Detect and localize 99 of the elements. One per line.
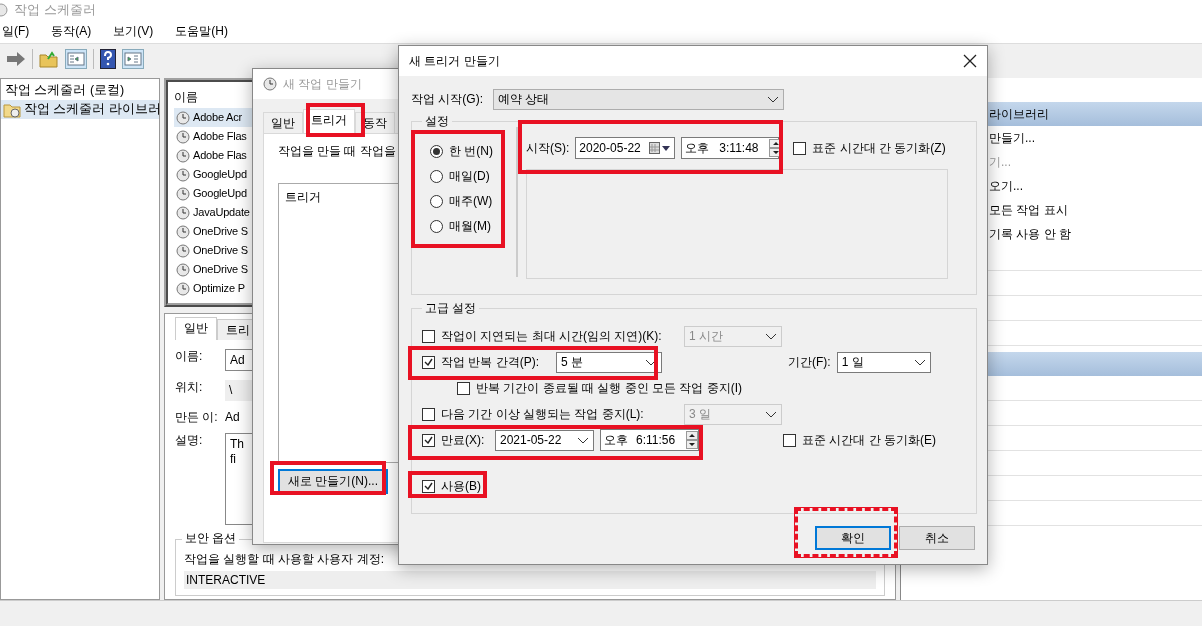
- task-row[interactable]: GoogleUpd: [174, 165, 254, 184]
- field-label: 시작(S):: [526, 140, 570, 156]
- clock-icon: [176, 205, 190, 220]
- field-value: Ad: [225, 409, 240, 425]
- dropdown[interactable]: 2021-05-22: [495, 429, 594, 451]
- field-label: 만든 이:: [175, 409, 219, 425]
- chevron-icon: [765, 410, 777, 418]
- dialog-title: 새 작업 만들기: [283, 76, 362, 92]
- checkbox-label: 사용(B): [441, 478, 481, 494]
- clock-icon: [176, 110, 190, 125]
- back-arrow-icon[interactable]: [6, 51, 26, 67]
- field-label: 작업 시작(G):: [411, 91, 484, 107]
- chevron-icon: [913, 358, 926, 366]
- panel-icon[interactable]: [65, 49, 87, 69]
- field-value: INTERACTIVE: [184, 570, 876, 589]
- task-row[interactable]: OneDrive S: [174, 260, 254, 279]
- tab[interactable]: 일반: [263, 112, 303, 134]
- clock-icon: [176, 148, 190, 163]
- checkbox[interactable]: [793, 141, 807, 155]
- radio-button[interactable]: [430, 170, 443, 183]
- task-row[interactable]: OneDrive S: [174, 222, 254, 241]
- radio-button[interactable]: [430, 220, 443, 233]
- clock-icon: [176, 224, 190, 239]
- clock-icon: [176, 129, 190, 144]
- field-label: 이름:: [175, 349, 204, 364]
- field-label: 작업을 실행할 때 사용할 사용자 계정:: [184, 552, 385, 567]
- panel-icon[interactable]: [122, 49, 144, 69]
- task-row[interactable]: Adobe Flas: [174, 146, 254, 165]
- date-field[interactable]: 2020-05-22: [575, 137, 676, 159]
- folder-icon[interactable]: [39, 50, 59, 68]
- menu-item[interactable]: 동작(A): [51, 24, 92, 39]
- dialog-button[interactable]: 취소: [899, 526, 975, 550]
- close-icon[interactable]: [963, 54, 977, 68]
- chevron-icon: [577, 436, 589, 444]
- group-title: 고급 설정: [424, 302, 478, 314]
- dropdown[interactable]: 예약 상태: [493, 88, 784, 110]
- checkbox[interactable]: [457, 381, 470, 395]
- task-row[interactable]: Optimize P: [174, 279, 254, 298]
- time-field[interactable]: 오후 3:11:48: [681, 137, 780, 159]
- radio-label: 한 번(N): [449, 144, 493, 159]
- checkbox[interactable]: [783, 433, 796, 447]
- radio-label: 매주(W): [449, 194, 493, 209]
- clock-icon: [176, 281, 190, 296]
- radio-button[interactable]: [430, 195, 443, 208]
- tree-item[interactable]: 작업 스케줄러 라이브러: [1, 100, 159, 119]
- help-icon[interactable]: [100, 49, 116, 69]
- field-label: 위치:: [175, 380, 204, 395]
- clock-icon: [263, 77, 277, 91]
- clock-icon: [0, 3, 8, 17]
- tree-item[interactable]: 작업 스케줄러 (로컬): [1, 81, 159, 100]
- checkbox-label: 작업 반복 간격(P):: [441, 354, 540, 370]
- description-text: 작업을 만들 때 작업을: [278, 145, 396, 160]
- clock-icon: [176, 186, 190, 201]
- field-label: 기간(F):: [788, 354, 831, 370]
- dropdown[interactable]: 5 분: [556, 351, 662, 373]
- menu-item[interactable]: 도움말(H): [175, 24, 228, 39]
- menu-item[interactable]: 보기(V): [113, 24, 154, 39]
- window-title: 작업 스케줄러: [14, 2, 96, 18]
- task-row[interactable]: OneDrive S: [174, 241, 254, 260]
- folder-clock-icon: [3, 101, 21, 118]
- radio-button[interactable]: [430, 145, 443, 158]
- tab[interactable]: 트리거: [303, 109, 355, 134]
- chevron-icon: [645, 358, 657, 366]
- annotation-frame: [306, 103, 365, 137]
- field-label: 설명:: [175, 433, 204, 448]
- checkbox-label: 표준 시간대 간 동기화(Z): [812, 140, 946, 156]
- calendar-icon: [649, 142, 672, 154]
- dropdown[interactable]: 1 일: [836, 351, 931, 373]
- dialog-button[interactable]: 확인: [815, 526, 891, 550]
- tab[interactable]: 일반: [175, 316, 217, 341]
- task-row[interactable]: JavaUpdate: [174, 203, 254, 222]
- radio-label: 매월(M): [449, 219, 491, 234]
- clock-icon: [176, 167, 190, 182]
- checkbox-label: 표준 시간대 간 동기화(E): [802, 432, 936, 448]
- menu-item[interactable]: 일(F): [2, 24, 30, 39]
- group-title: 보안 옵션: [182, 531, 240, 546]
- chevron-icon: [767, 95, 779, 103]
- checkbox[interactable]: [422, 479, 435, 493]
- checkbox[interactable]: [422, 433, 435, 447]
- checkbox-label: 만료(X):: [441, 432, 486, 448]
- check-icon: [424, 358, 433, 366]
- checkbox-label: 작업이 지연되는 최대 시간(임의 지연)(K):: [441, 328, 662, 344]
- tab[interactable]: 동작: [355, 112, 395, 134]
- checkbox-label: 다음 기간 이상 실행되는 작업 중지(L):: [441, 406, 644, 422]
- clock-icon: [176, 243, 190, 258]
- clock-icon: [176, 262, 190, 277]
- checkbox[interactable]: [422, 355, 435, 369]
- task-row[interactable]: Adobe Acr: [174, 108, 254, 127]
- check-icon: [424, 482, 433, 490]
- time-field[interactable]: 오후 6:11:56: [600, 429, 699, 451]
- task-row[interactable]: Adobe Flas: [174, 127, 254, 146]
- check-icon: [424, 436, 433, 444]
- dialog-title: 새 트리거 만들기: [409, 53, 500, 69]
- group-title: 설정: [424, 115, 450, 127]
- spin-buttons-icon[interactable]: [686, 431, 698, 449]
- chevron-icon: [765, 332, 777, 340]
- radio-label: 매일(D): [449, 169, 490, 184]
- checkbox-label: 반복 기간이 종료될 때 실행 중인 모든 작업 중지(I): [476, 380, 742, 396]
- task-row[interactable]: GoogleUpd: [174, 184, 254, 203]
